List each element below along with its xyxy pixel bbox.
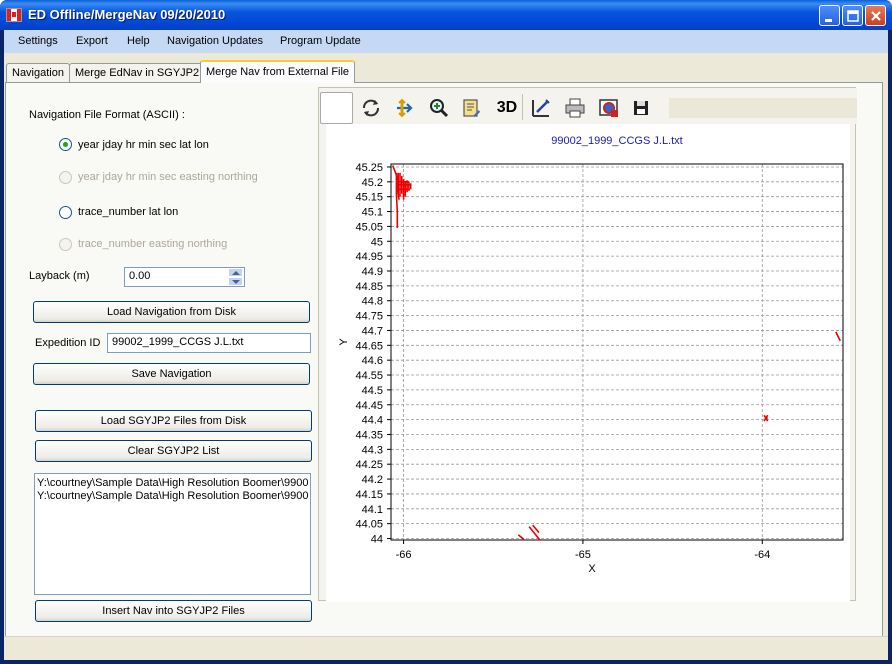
canada-flag-icon (6, 8, 22, 22)
y-tick-label: 44.75 (355, 311, 383, 323)
minimize-button[interactable] (819, 5, 840, 26)
edit-icon[interactable] (459, 96, 483, 120)
menu-navigation-updates[interactable]: Navigation Updates (167, 35, 263, 47)
y-tick-label: 44.55 (355, 370, 383, 382)
y-tick-label: 45.15 (355, 192, 383, 204)
pan-icon[interactable] (393, 96, 417, 120)
maximize-button[interactable] (842, 5, 863, 26)
menu-help[interactable]: Help (127, 35, 150, 47)
toolbar-spacer (669, 98, 857, 118)
radio-format-trace-easting[interactable] (59, 238, 72, 251)
menu-program-update[interactable]: Program Update (280, 35, 361, 47)
y-tick-label: 44.7 (362, 325, 383, 337)
load-navigation-button[interactable]: Load Navigation from Disk (33, 301, 310, 323)
layback-spinner[interactable] (228, 268, 243, 286)
y-tick-label: 44.35 (355, 429, 383, 441)
x-tick-label: -64 (754, 549, 770, 561)
x-tick-label: -66 (396, 549, 412, 561)
y-tick-label: 44.8 (362, 296, 383, 308)
y-tick-label: 44.65 (355, 340, 383, 352)
maximize-icon (847, 10, 859, 22)
radio-format-jday-latlon[interactable] (59, 138, 72, 151)
radio-label-jday-easting: year jday hr min sec easting northing (78, 171, 258, 183)
layback-input[interactable]: 0.00 (124, 267, 245, 287)
y-tick-label: 44 (371, 534, 383, 546)
minimize-icon (825, 19, 832, 22)
tab-merge-nav-external[interactable]: Merge Nav from External File (200, 60, 356, 83)
list-item[interactable]: Y:\courtney\Sample Data\High Resolution … (35, 477, 310, 490)
rotate-icon[interactable] (359, 96, 383, 120)
sgyjp2-file-list[interactable]: Y:\courtney\Sample Data\High Resolution … (34, 473, 311, 595)
y-tick-label: 45.25 (355, 162, 383, 174)
x-tick-label: -65 (575, 549, 591, 561)
radio-label-trace-easting: trace_number easting northing (78, 238, 228, 250)
list-item[interactable]: Y:\courtney\Sample Data\High Resolution … (35, 490, 310, 503)
plot-area[interactable]: 99002_1999_CCGS J.L.txt 45.25 45.2 45.15 45.… (326, 124, 850, 602)
expedition-id-input[interactable]: 99002_1999_CCGS J.L.txt (107, 333, 311, 353)
radio-label-jday-latlon: year jday hr min sec lat lon (78, 139, 209, 151)
spin-up-icon[interactable] (228, 268, 243, 277)
track-segment (528, 526, 541, 541)
track-segment (835, 331, 842, 342)
x-axis-label: X (588, 563, 596, 575)
radio-label-trace-latlon: trace_number lat lon (78, 206, 179, 218)
axis-edit-icon[interactable] (529, 96, 553, 120)
y-tick-label: 44.4 (362, 415, 383, 427)
status-bar (4, 636, 888, 660)
y-tick-label: 45.2 (362, 177, 383, 189)
y-tick-label: 44.45 (355, 400, 383, 412)
insert-nav-button[interactable]: Insert Nav into SGYJP2 Files (35, 600, 312, 622)
chart-title: 99002_1999_CCGS J.L.txt (551, 135, 682, 147)
y-axis-label: Y (338, 338, 350, 346)
expedition-label: Expedition ID (35, 337, 101, 349)
close-icon (871, 11, 881, 21)
format-label: Navigation File Format (ASCII) : (29, 109, 185, 121)
radio-format-jday-easting[interactable] (59, 171, 72, 184)
3d-icon[interactable]: 3D (493, 96, 521, 120)
zoom-icon[interactable] (427, 96, 451, 120)
load-sgyjp2-button[interactable]: Load SGYJP2 Files from Disk (35, 410, 312, 432)
application-window: ED Offline/MergeNav 09/20/2010 Settings … (0, 0, 892, 664)
plot-border (390, 163, 844, 541)
y-tick-label: 44.05 (355, 519, 383, 531)
navigation-track-chart[interactable]: 99002_1999_CCGS J.L.txt 45.25 45.2 45.15 45.… (326, 124, 850, 602)
print-icon[interactable] (563, 96, 587, 120)
y-tick-label: 44.1 (362, 504, 383, 516)
plot-panel: 3D 99002_1999_CCGS J.L.txt 45.25 45.2 45… (318, 87, 857, 602)
tool-selector[interactable] (320, 92, 353, 124)
tab-strip: Navigation Merge EdNav in SGYJP2 Merge N… (4, 60, 888, 83)
client-area: Settings Export Help Navigation Updates … (4, 30, 888, 660)
export-image-icon[interactable] (597, 96, 621, 120)
clear-sgyjp2-button[interactable]: Clear SGYJP2 List (35, 440, 312, 462)
radio-format-trace-latlon[interactable] (59, 206, 72, 219)
y-tick-label: 44.5 (362, 385, 383, 397)
save-navigation-button[interactable]: Save Navigation (33, 363, 310, 385)
window-title: ED Offline/MergeNav 09/20/2010 (28, 7, 226, 22)
y-tick-label: 44.25 (355, 459, 383, 471)
y-tick-label: 45.05 (355, 221, 383, 233)
menu-export[interactable]: Export (76, 35, 108, 47)
y-tick-label: 44.95 (355, 251, 383, 263)
spin-down-icon[interactable] (228, 277, 243, 286)
y-tick-label: 44.9 (362, 266, 383, 278)
y-tick-label: 44.3 (362, 444, 383, 456)
layback-label: Layback (m) (29, 270, 90, 282)
menu-bar: Settings Export Help Navigation Updates … (4, 30, 888, 53)
y-tick-label: 45.1 (362, 207, 383, 219)
y-tick-label: 44.2 (362, 474, 383, 486)
close-button[interactable] (865, 5, 886, 26)
menu-settings[interactable]: Settings (18, 35, 58, 47)
tab-navigation[interactable]: Navigation (6, 63, 70, 82)
y-tick-label: 44.6 (362, 355, 383, 367)
save-icon[interactable] (629, 96, 653, 120)
track-segment (397, 172, 400, 200)
plot-toolbar: 3D (319, 88, 857, 124)
y-tick-label: 45 (371, 236, 383, 248)
toolbar-separator (522, 94, 523, 120)
tab-merge-ednav[interactable]: Merge EdNav in SGYJP2 (69, 63, 206, 82)
y-tick-label: 44.15 (355, 489, 383, 501)
title-bar[interactable]: ED Offline/MergeNav 09/20/2010 (0, 0, 892, 30)
y-tick-label: 44.85 (355, 281, 383, 293)
